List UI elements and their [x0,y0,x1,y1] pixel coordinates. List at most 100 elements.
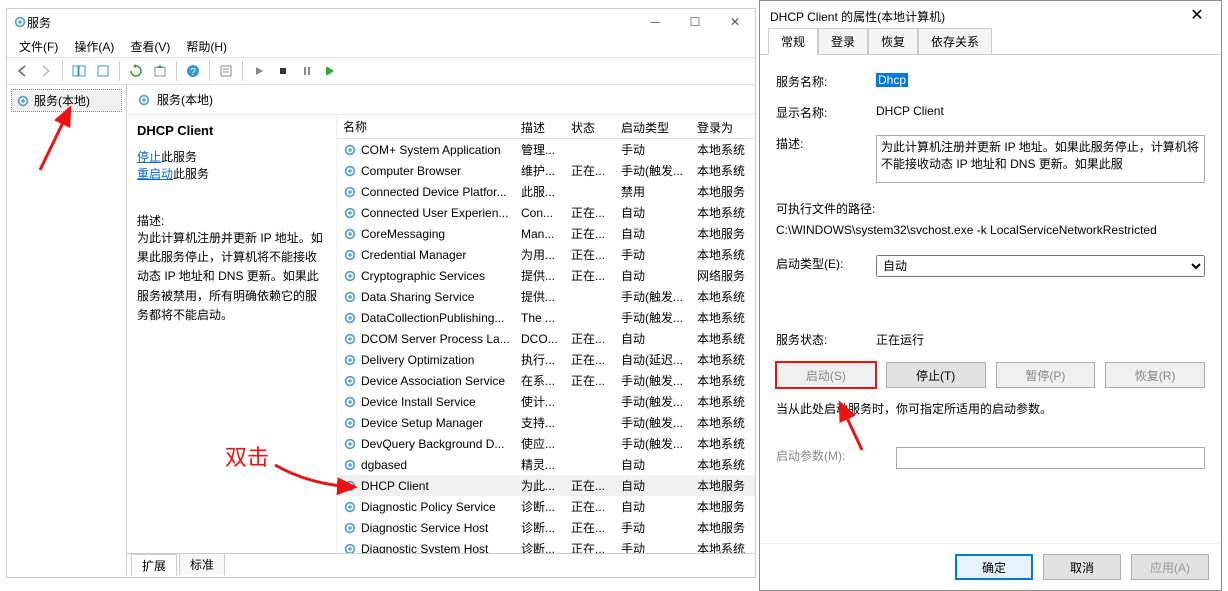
cell-name: dgbased [337,456,515,474]
start-service-button[interactable] [248,60,270,82]
cell-name: Connected User Experien... [337,204,515,222]
stop-button[interactable]: 停止(T) [886,362,986,388]
cell-startup: 手动(触发... [615,307,691,328]
help-button[interactable]: ? [182,60,204,82]
table-row[interactable]: COM+ System Application管理...手动本地系统 [337,139,755,160]
description-textarea[interactable]: 为此计算机注册并更新 IP 地址。如果此服务停止，计算机将不能接收动态 IP 地… [876,135,1205,183]
cell-desc: 诊断... [515,538,565,553]
dialog-body: 服务名称: Dhcp 显示名称: DHCP Client 描述: 为此计算机注册… [760,55,1221,543]
maximize-button[interactable]: ☐ [675,9,715,35]
tab-dependencies[interactable]: 依存关系 [918,28,992,55]
cell-startup: 自动 [615,202,691,223]
table-row[interactable]: Connected Device Platfor...此服...禁用本地服务 [337,181,755,202]
cell-status: 正在... [565,328,615,349]
restart-service-button[interactable] [320,60,342,82]
tab-recovery[interactable]: 恢复 [868,28,918,55]
stop-service-button[interactable] [272,60,294,82]
tab-extended[interactable]: 扩展 [131,554,177,576]
table-row[interactable]: Credential Manager为用...正在...手动本地系统 [337,244,755,265]
cell-logon: 本地系统 [691,349,751,370]
col-status[interactable]: 状态 [565,115,615,138]
exe-path-label: 可执行文件的路径: [776,200,1205,217]
col-logon[interactable]: 登录为 [691,115,751,138]
col-startup[interactable]: 启动类型 [615,115,691,138]
stop-link[interactable]: 停止 [137,150,161,164]
menu-help[interactable]: 帮助(H) [180,36,233,57]
svc-name-value[interactable]: Dhcp [876,73,908,87]
gear-icon [343,248,357,262]
tab-standard[interactable]: 标准 [179,553,225,575]
gear-icon [343,542,357,554]
menu-view[interactable]: 查看(V) [124,36,176,57]
pause-button[interactable]: 暂停(P) [996,362,1096,388]
dialog-close-button[interactable]: ✕ [1177,1,1217,29]
ok-button[interactable]: 确定 [955,554,1033,580]
table-row[interactable]: CoreMessagingMan...正在...自动本地服务 [337,223,755,244]
details-button[interactable] [92,60,114,82]
table-row[interactable]: Device Install Service使计...手动(触发...本地系统 [337,391,755,412]
start-param-label: 启动参数(M): [776,447,896,469]
table-row[interactable]: DevQuery Background D...使应...手动(触发...本地系… [337,433,755,454]
cell-desc: 使应... [515,433,565,454]
cell-logon: 本地系统 [691,139,751,160]
minimize-button[interactable]: ─ [635,9,675,35]
table-row[interactable]: Device Association Service在系...正在...手动(触… [337,370,755,391]
table-row[interactable]: Connected User Experien...Con...正在...自动本… [337,202,755,223]
gear-icon [343,227,357,241]
export-button[interactable] [149,60,171,82]
description-label: 描述: [776,135,876,186]
cell-name: Computer Browser [337,162,515,180]
desc-text: 为此计算机注册并更新 IP 地址。如果此服务停止，计算机将不能接收动态 IP 地… [137,229,326,325]
table-row[interactable]: Data Sharing Service提供...手动(触发...本地系统 [337,286,755,307]
tab-logon[interactable]: 登录 [818,28,868,55]
cell-logon: 本地系统 [691,286,751,307]
startup-type-select[interactable]: 自动 [876,255,1205,277]
tree-item-services-local[interactable]: 服务(本地) [11,89,122,112]
table-row[interactable]: Computer Browser维护...正在...手动(触发...本地系统 [337,160,755,181]
list-header: 名称 描述 状态 启动类型 登录为 [337,115,755,139]
cell-logon: 本地系统 [691,538,751,553]
cell-logon: 本地系统 [691,328,751,349]
cell-status: 正在... [565,349,615,370]
table-row[interactable]: Diagnostic System Host诊断...正在...手动本地系统 [337,538,755,553]
properties-button[interactable] [215,60,237,82]
cell-status [565,463,615,467]
dialog-tabs: 常规 登录 恢复 依存关系 [760,31,1221,55]
display-name-value: DHCP Client [876,104,1205,121]
table-row[interactable]: DataCollectionPublishing...The ...手动(触发.… [337,307,755,328]
tab-general[interactable]: 常规 [768,28,818,55]
table-row[interactable]: DCOM Server Process La...DCO...正在...自动本地… [337,328,755,349]
table-row[interactable]: DHCP Client为此...正在...自动本地服务 [337,475,755,496]
menu-action[interactable]: 操作(A) [68,36,120,57]
back-button[interactable] [11,60,33,82]
col-name[interactable]: 名称 [337,115,515,138]
tree-pane: 服务(本地) [7,85,127,575]
gear-icon [343,311,357,325]
cell-name: Device Install Service [337,393,515,411]
start-button[interactable]: 启动(S) [776,362,876,388]
cell-status [565,442,615,446]
table-row[interactable]: Cryptographic Services提供...正在...自动网络服务 [337,265,755,286]
cell-name: Cryptographic Services [337,267,515,285]
cell-desc: 提供... [515,265,565,286]
close-button[interactable]: ✕ [715,9,755,35]
show-hide-tree-button[interactable] [68,60,90,82]
apply-button[interactable]: 应用(A) [1131,554,1209,580]
table-row[interactable]: Device Setup Manager支持...手动(触发...本地系统 [337,412,755,433]
panel-title: 服务(本地) [157,91,213,108]
menu-file[interactable]: 文件(F) [13,36,64,57]
cell-logon: 网络服务 [691,265,751,286]
gear-icon [343,500,357,514]
table-row[interactable]: Diagnostic Service Host诊断...正在...手动本地服务 [337,517,755,538]
col-desc[interactable]: 描述 [515,115,565,138]
table-row[interactable]: Delivery Optimization执行...正在...自动(延迟...本… [337,349,755,370]
cancel-button[interactable]: 取消 [1043,554,1121,580]
pause-service-button[interactable] [296,60,318,82]
table-row[interactable]: Diagnostic Policy Service诊断...正在...自动本地服… [337,496,755,517]
resume-button[interactable]: 恢复(R) [1105,362,1205,388]
refresh-button[interactable] [125,60,147,82]
restart-link[interactable]: 重启动 [137,167,173,181]
cell-name: Data Sharing Service [337,288,515,306]
forward-button[interactable] [35,60,57,82]
table-row[interactable]: dgbased精灵...自动本地系统 [337,454,755,475]
